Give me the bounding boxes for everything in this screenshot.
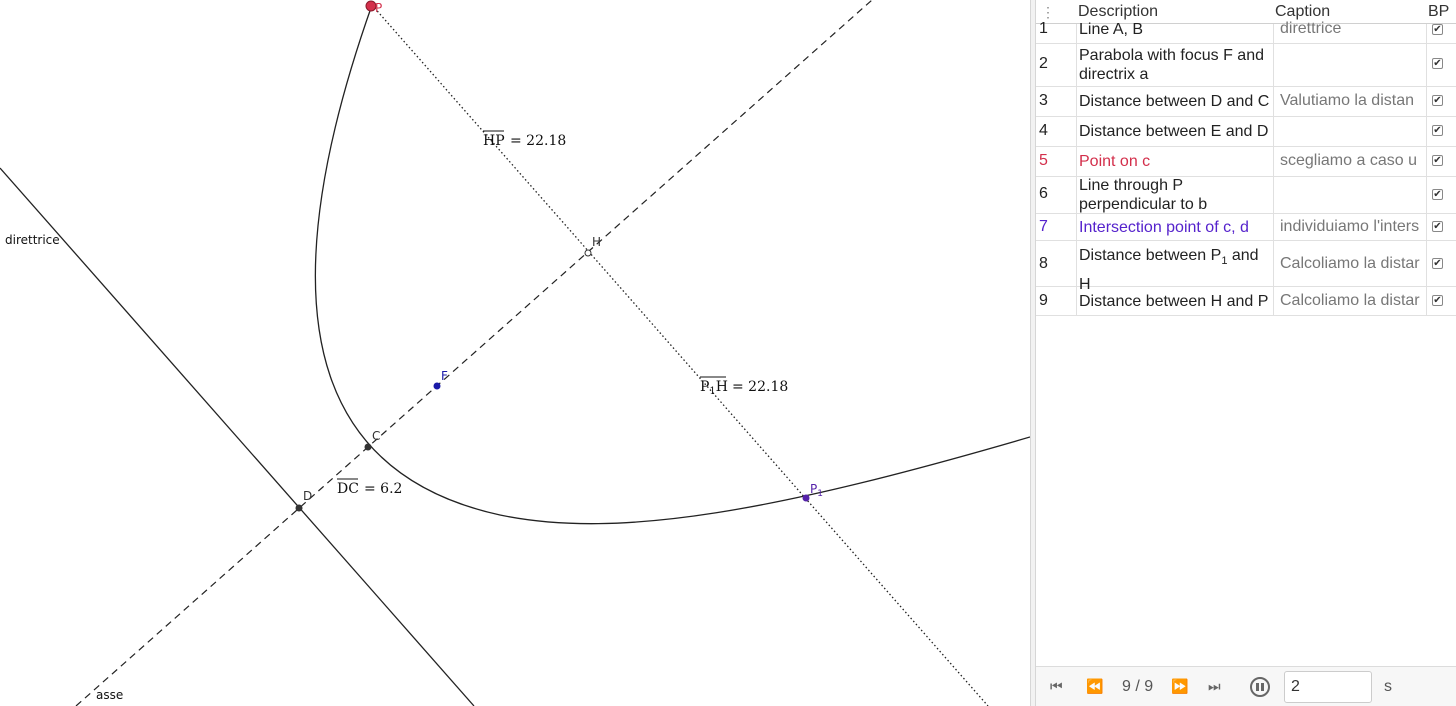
directrix-line[interactable]: [0, 167, 475, 706]
row-caption[interactable]: Calcoliamo la distar: [1280, 292, 1420, 310]
p1h-measure-name: P1H: [700, 379, 728, 397]
row-description: Intersection point of c, d: [1079, 219, 1249, 236]
speed-unit: s: [1384, 678, 1392, 695]
protocol-row-4[interactable]: 4 Distance between E and D ✔: [1036, 117, 1456, 147]
protocol-row-3[interactable]: 3 Distance between D and C Valutiamo la …: [1036, 87, 1456, 117]
graphics-view[interactable]: P H F C D P1 direttrice asse HP = 22.18 …: [0, 0, 1030, 706]
row-number: 5: [1039, 152, 1048, 169]
row-description: Line through P perpendicular to b: [1079, 177, 1208, 213]
speed-input[interactable]: [1284, 671, 1372, 703]
row-number: 3: [1039, 92, 1048, 109]
point-c-label: C: [372, 429, 380, 443]
breakpoint-checkbox[interactable]: ✔: [1432, 125, 1443, 136]
point-f-marker[interactable]: [433, 382, 441, 390]
p1h-name-b: H: [716, 379, 728, 395]
point-c-marker[interactable]: [364, 443, 372, 451]
breakpoint-checkbox[interactable]: ✔: [1432, 155, 1443, 166]
row-caption[interactable]: Calcoliamo la distar: [1280, 255, 1420, 273]
skip-first-icon[interactable]: ⏮: [1050, 679, 1063, 693]
step-position: 9 / 9: [1122, 678, 1154, 695]
point-f-label: F: [441, 369, 448, 383]
point-p1-marker[interactable]: [802, 494, 810, 502]
axis-label: asse: [96, 688, 123, 702]
protocol-row-9[interactable]: 9 Distance between H and P Calcoliamo la…: [1036, 287, 1456, 316]
point-p-label: P: [375, 1, 382, 15]
row-description: Parabola with focus F and directrix a: [1079, 47, 1264, 83]
p1h-measure-value: = 22.18: [732, 379, 788, 395]
p1h-name-a: P: [700, 379, 709, 395]
parabola-curve[interactable]: [314, 4, 1030, 525]
hp-measure-name: HP: [483, 133, 505, 149]
directrix-label: direttrice: [5, 233, 60, 247]
hp-measure-value: = 22.18: [510, 133, 566, 149]
dc-measure-name: DC: [337, 481, 359, 497]
step-back-icon[interactable]: ⏪: [1086, 679, 1103, 693]
point-h-label: H: [592, 235, 601, 249]
row-number: 2: [1039, 55, 1048, 72]
row-description: Point on c: [1079, 153, 1151, 170]
row-caption[interactable]: Valutiamo la distan: [1280, 92, 1420, 110]
point-h-marker[interactable]: [584, 249, 592, 257]
breakpoint-checkbox[interactable]: ✔: [1432, 221, 1443, 232]
dc-measure-value: = 6.2: [364, 481, 402, 497]
row-number: 4: [1039, 122, 1048, 139]
row-number: 8: [1039, 255, 1048, 272]
row-number: 1: [1039, 20, 1048, 37]
protocol-row-7[interactable]: 7 Intersection point of c, d individuiam…: [1036, 214, 1456, 241]
pause-icon[interactable]: [1250, 677, 1270, 697]
navigation-bar: ⏮ ⏪ 9 / 9 ⏩ ⏭ s: [1036, 666, 1456, 706]
point-p1-label: P1: [810, 482, 823, 499]
row-description: Distance between E and D: [1079, 123, 1269, 140]
breakpoint-checkbox[interactable]: ✔: [1432, 258, 1443, 269]
breakpoint-checkbox[interactable]: ✔: [1432, 95, 1443, 106]
breakpoint-checkbox[interactable]: ✔: [1432, 58, 1443, 69]
axis-line[interactable]: [75, 0, 873, 706]
row-description: Line A, B: [1079, 21, 1144, 38]
row-number: 6: [1039, 185, 1048, 202]
protocol-row-6[interactable]: 6 Line through P perpendicular to b ✔: [1036, 177, 1456, 214]
point-d-label: D: [303, 489, 312, 503]
protocol-row-1[interactable]: 1 Line A, B direttrice ✔: [1036, 18, 1456, 44]
breakpoint-checkbox[interactable]: ✔: [1432, 295, 1443, 306]
perpendicular-line[interactable]: [371, 4, 989, 706]
protocol-row-5[interactable]: 5 Point on c scegliamo a caso u ✔: [1036, 147, 1456, 177]
row-caption[interactable]: direttrice: [1280, 20, 1420, 38]
breakpoint-checkbox[interactable]: ✔: [1432, 24, 1443, 35]
construction-protocol-panel: ⋮ Description Caption BP 1 Line A, B dir…: [1036, 0, 1456, 706]
protocol-row-8[interactable]: 8 Distance between P1 and H Calcoliamo l…: [1036, 241, 1456, 293]
breakpoint-checkbox[interactable]: ✔: [1432, 189, 1443, 200]
geometry-canvas[interactable]: P H F C D P1 direttrice asse HP = 22.18 …: [0, 0, 1030, 706]
point-p1-label-main: P: [810, 482, 817, 496]
point-p1-label-sub: 1: [817, 489, 823, 499]
point-d-marker[interactable]: [295, 504, 303, 512]
skip-last-icon[interactable]: ⏭: [1208, 679, 1221, 693]
row-description: Distance between D and C: [1079, 93, 1270, 110]
row-caption[interactable]: individuiamo l'inters: [1280, 218, 1420, 236]
row-caption[interactable]: scegliamo a caso u: [1280, 152, 1420, 170]
step-forward-icon[interactable]: ⏩: [1171, 679, 1188, 693]
row-number: 7: [1039, 218, 1048, 235]
row-description: Distance between H and P: [1079, 293, 1269, 310]
protocol-row-2[interactable]: 2 Parabola with focus F and directrix a …: [1036, 44, 1456, 87]
desc-part-a: Distance between P: [1079, 247, 1222, 264]
row-number: 9: [1039, 292, 1048, 309]
